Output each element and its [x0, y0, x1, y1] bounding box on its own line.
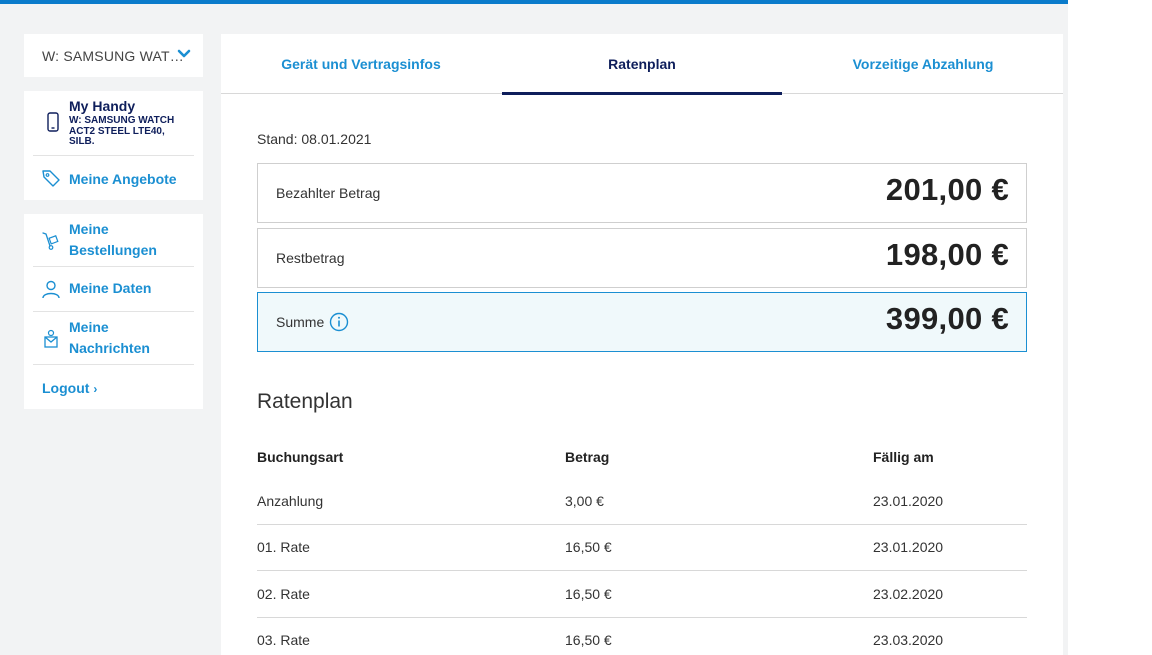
my-handy-title: My Handy — [69, 98, 136, 114]
sidebar-item-label: Meine Nachrichten — [69, 319, 150, 356]
cell-buchungsart: Anzahlung — [257, 493, 324, 509]
my-handy-device-name: W: SAMSUNG WATCH ACT2 STEEL LTE40, SILB. — [69, 115, 175, 147]
phone-icon — [47, 112, 59, 132]
sidebar-item-label: Meine Bestellungen — [69, 221, 157, 258]
sidebar-item-nachrichten[interactable]: Meine Nachrichten — [33, 312, 194, 365]
cell-betrag: 3,00 € — [565, 493, 604, 509]
cell-betrag: 16,50 € — [565, 539, 612, 555]
device-select-value: W: SAMSUNG WAT… — [42, 47, 184, 64]
tab-label: Ratenplan — [608, 56, 676, 72]
cell-faellig: 23.01.2020 — [873, 539, 944, 555]
sidebar-item-angebote[interactable]: Meine Angebote — [33, 156, 194, 196]
cell-betrag: 16,50 € — [565, 632, 612, 648]
cell-buchungsart: 02. Rate — [257, 586, 310, 602]
tab-label: Gerät und Vertragsinfos — [281, 56, 441, 72]
table-row: Anzahlung 3,00 € 23.01.2020 — [257, 479, 1027, 525]
hand-truck-icon — [42, 232, 59, 250]
cell-faellig: 23.02.2020 — [873, 586, 944, 602]
tab-bar: Gerät und Vertragsinfos Ratenplan Vorzei… — [221, 34, 1063, 95]
table-row: 01. Rate 16,50 € 23.01.2020 — [257, 525, 1027, 571]
logout-label: Logout — [42, 380, 90, 396]
column-header: Buchungsart — [257, 449, 344, 465]
total-amount-value: 399,00 € — [885, 301, 1009, 336]
sidebar-item-bestellungen[interactable]: Meine Bestellungen — [33, 214, 194, 267]
column-header: Betrag — [565, 449, 610, 465]
rest-amount-label: Restbetrag — [276, 250, 345, 266]
table-row: 02. Rate 16,50 € 23.02.2020 — [257, 572, 1027, 618]
tab-label: Vorzeitige Abzahlung — [852, 56, 994, 72]
rest-amount-box: Restbetrag 198,00 € — [257, 228, 1027, 288]
column-header: Fällig am — [873, 449, 934, 465]
chevron-right-icon: › — [93, 382, 98, 396]
tab-geraet-vertragsinfos[interactable]: Gerät und Vertragsinfos — [221, 34, 501, 94]
chevron-down-icon — [177, 49, 191, 58]
total-amount-label: Summe — [276, 314, 325, 330]
cell-faellig: 23.03.2020 — [873, 632, 944, 648]
account-menu-card: Meine Bestellungen Meine Daten Meine Nac… — [24, 214, 203, 409]
device-card: My Handy W: SAMSUNG WATCH ACT2 STEEL LTE… — [24, 91, 203, 200]
cell-buchungsart: 03. Rate — [257, 632, 310, 648]
info-icon[interactable] — [329, 312, 349, 332]
device-select-dropdown[interactable]: W: SAMSUNG WAT… — [24, 34, 203, 77]
top-accent-bar — [0, 0, 1068, 4]
logout-link[interactable]: Logout › — [42, 380, 97, 396]
paid-amount-label: Bezahlter Betrag — [276, 185, 381, 201]
user-icon — [42, 280, 60, 299]
cell-betrag: 16,50 € — [565, 586, 612, 602]
tab-ratenplan[interactable]: Ratenplan — [502, 34, 782, 95]
total-amount-box: Summe 399,00 € — [257, 292, 1027, 352]
stand-date: Stand: 08.01.2021 — [257, 131, 372, 147]
sidebar-item-label: Meine Daten — [69, 280, 152, 296]
sidebar-item-label: Meine Angebote — [69, 171, 177, 187]
rest-amount-value: 198,00 € — [885, 237, 1009, 272]
messages-icon — [44, 329, 58, 348]
paid-amount-box: Bezahlter Betrag 201,00 € — [257, 163, 1027, 223]
cell-faellig: 23.01.2020 — [873, 493, 944, 509]
tag-icon — [42, 170, 60, 187]
sidebar-item-daten[interactable]: Meine Daten — [33, 267, 194, 312]
cell-buchungsart: 01. Rate — [257, 539, 310, 555]
paid-amount-value: 201,00 € — [885, 172, 1009, 207]
table-row: 03. Rate 16,50 € 23.03.2020 — [257, 618, 1027, 655]
tab-vorzeitige-abzahlung[interactable]: Vorzeitige Abzahlung — [783, 34, 1063, 94]
ratenplan-title: Ratenplan — [257, 390, 353, 413]
main-panel: Gerät und Vertragsinfos Ratenplan Vorzei… — [221, 34, 1063, 655]
table-header: Buchungsart Betrag Fällig am — [257, 439, 1027, 479]
